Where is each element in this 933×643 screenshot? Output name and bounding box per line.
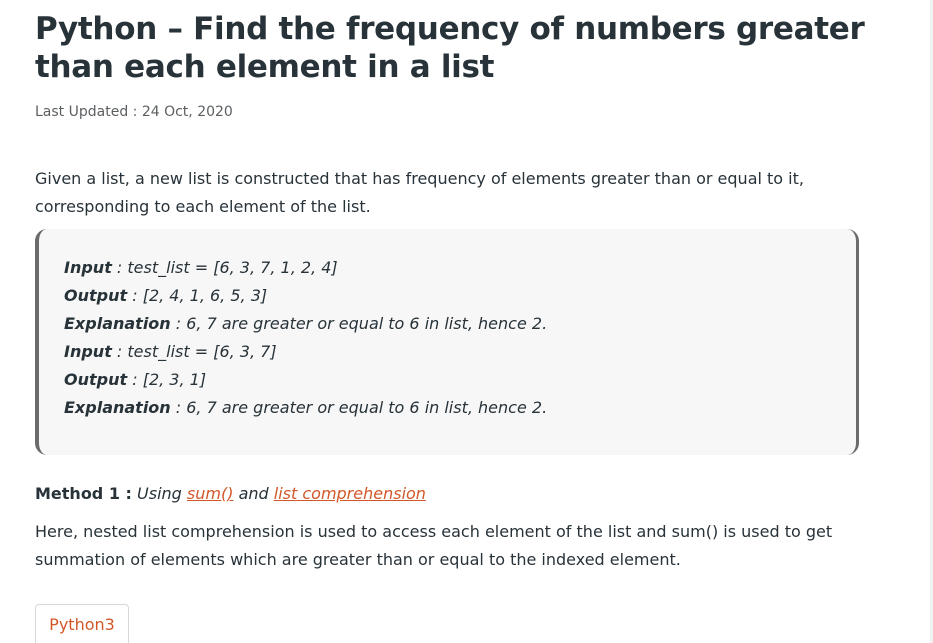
method-heading: Method 1 : Using sum() and list comprehe…: [35, 481, 426, 507]
method-using-text: Using: [137, 484, 182, 503]
example-key: Output: [64, 370, 128, 389]
example-line: Input : test_list = [6, 3, 7]: [64, 338, 856, 366]
last-updated-label: Last Updated :: [35, 104, 138, 120]
page-title: Python – Find the frequency of numbers g…: [35, 11, 865, 85]
example-line: Output : [2, 4, 1, 6, 5, 3]: [64, 282, 856, 310]
example-key: Output: [64, 286, 128, 305]
example-text: : 6, 7 are greater or equal to 6 in list…: [170, 398, 548, 417]
example-line: Explanation : 6, 7 are greater or equal …: [64, 310, 856, 338]
example-line: Output : [2, 3, 1]: [64, 366, 856, 394]
code-language-tab[interactable]: Python3: [35, 604, 129, 643]
example-key: Input: [64, 342, 112, 361]
intro-paragraph: Given a list, a new list is constructed …: [35, 169, 804, 216]
example-text: : [2, 4, 1, 6, 5, 3]: [127, 286, 268, 305]
example-line: Input : test_list = [6, 3, 7, 1, 2, 4]: [64, 254, 856, 282]
example-key: Explanation: [64, 398, 171, 417]
list-comprehension-link[interactable]: list comprehension: [274, 484, 426, 503]
method-label: Method 1 :: [35, 484, 132, 503]
method-and-text: and: [238, 484, 269, 503]
article-page: Python – Find the frequency of numbers g…: [0, 0, 930, 643]
example-text: : test_list = [6, 3, 7]: [111, 342, 277, 361]
last-updated-date: 24 Oct, 2020: [141, 104, 233, 120]
example-key: Explanation: [64, 314, 171, 333]
sum-link[interactable]: sum(): [187, 484, 234, 503]
method-description: Here, nested list comprehension is used …: [35, 522, 833, 569]
example-text: : 6, 7 are greater or equal to 6 in list…: [170, 314, 548, 333]
example-text: : test_list = [6, 3, 7, 1, 2, 4]: [111, 258, 338, 277]
example-key: Input: [64, 258, 112, 277]
example-blockquote: Input : test_list = [6, 3, 7, 1, 2, 4] O…: [35, 229, 859, 455]
example-text: : [2, 3, 1]: [127, 370, 207, 389]
example-line: Explanation : 6, 7 are greater or equal …: [64, 394, 856, 422]
last-updated: Last Updated : 24 Oct, 2020: [35, 103, 233, 121]
